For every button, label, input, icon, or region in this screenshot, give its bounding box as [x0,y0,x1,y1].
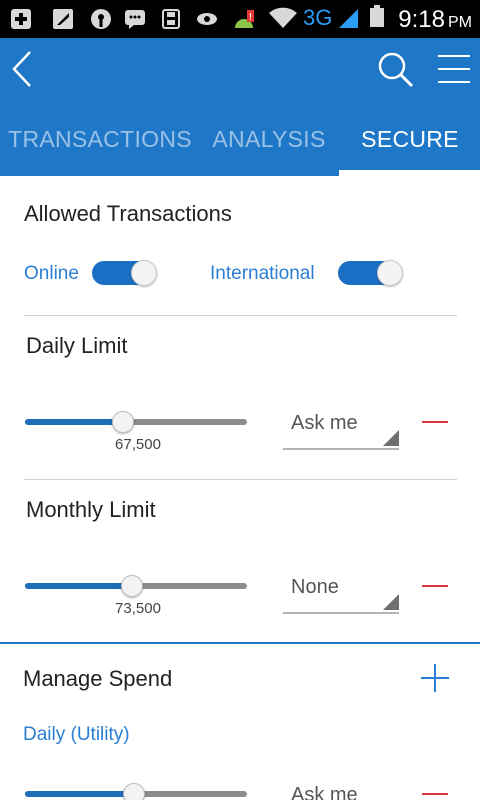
tab-analysis[interactable]: ANALYSIS [205,100,333,176]
slider-fill [25,791,134,797]
wifi-icon [269,7,297,28]
divider [24,315,457,316]
international-toggle[interactable] [338,260,403,286]
sbi-icon [91,9,111,29]
daily-utility-remove-button[interactable] [421,782,449,800]
slider-thumb[interactable] [123,783,145,800]
monthly-limit-remove-button[interactable] [421,574,449,598]
tab-secure[interactable]: SECURE [340,100,480,176]
dropdown-arrow-icon [383,594,399,610]
dropdown-value: Ask me [291,412,358,434]
menu-icon[interactable] [434,50,474,90]
monthly-limit-slider[interactable] [25,574,247,598]
daily-utility-slider[interactable] [25,782,247,800]
add-spend-button[interactable] [421,664,449,692]
tab-transactions[interactable]: TRANSACTIONS [0,100,200,176]
dropdown-value: None [291,576,339,598]
android-alert-icon: ! [235,10,254,28]
dropdown-arrow-icon [383,430,399,446]
online-toggle[interactable] [92,260,157,286]
slider-fill [25,583,132,589]
slider-thumb[interactable] [121,575,143,597]
monthly-limit-value: 73,500 [115,600,161,617]
status-bar: ! 3G 9:18 PM [0,0,480,38]
monthly-limit-dropdown[interactable]: None [283,568,399,614]
monthly-limit-title: Monthly Limit [26,497,156,522]
toggle-knob [131,260,157,286]
toggle-knob [377,260,403,286]
tool-icon [53,9,73,29]
daily-limit-remove-button[interactable] [421,410,449,434]
daily-limit-slider[interactable] [25,410,247,434]
search-icon[interactable] [374,50,418,90]
network-type: 3G [303,5,333,30]
signal-icon [339,9,358,28]
daily-limit-dropdown[interactable]: Ask me [283,404,399,450]
slider-fill [25,419,123,425]
eye-icon [197,13,217,25]
app-bar [0,38,480,100]
allowed-transactions-title: Allowed Transactions [24,201,232,226]
tab-bar: TRANSACTIONS ANALYSIS SECURE [0,100,480,176]
add-box-icon [11,9,31,29]
manage-spend-title: Manage Spend [23,666,173,691]
slider-thumb[interactable] [112,411,134,433]
section-divider [0,642,480,644]
back-arrow-icon[interactable] [6,46,42,92]
daily-utility-dropdown[interactable]: Ask me [283,776,399,800]
daily-limit-title: Daily Limit [26,333,128,358]
chat-icon [125,10,145,29]
dropdown-value: Ask me [291,784,358,800]
clock: 9:18 PM [398,6,472,33]
tab-indicator [339,170,480,176]
divider [24,479,457,480]
daily-limit-value: 67,500 [115,436,161,453]
international-label: International [210,263,315,284]
online-label: Online [24,263,79,284]
battery-icon [370,5,384,27]
daily-utility-label: Daily (Utility) [23,724,130,745]
save-icon [162,9,180,29]
svg-text:!: ! [248,12,252,23]
